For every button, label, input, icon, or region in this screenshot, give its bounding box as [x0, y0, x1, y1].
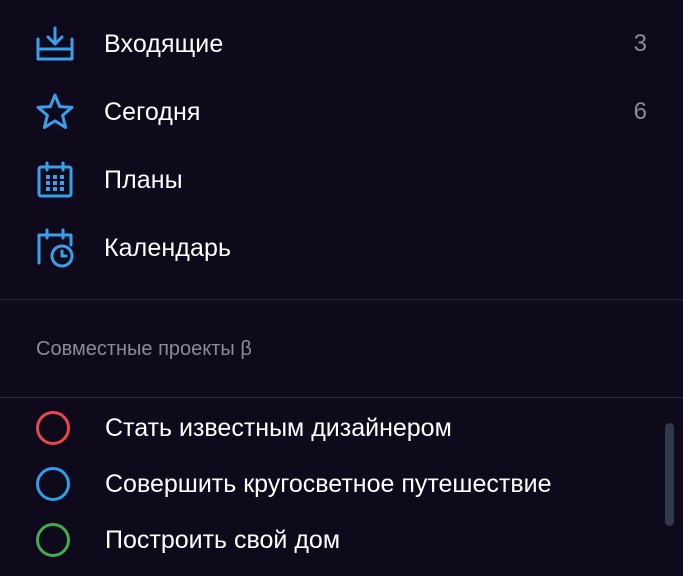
project-label: Совершить кругосветное путешествие — [105, 469, 552, 498]
inbox-icon — [34, 23, 76, 65]
section-divider — [0, 299, 683, 300]
sidebar-item-today[interactable]: Сегодня 6 — [0, 78, 683, 146]
sidebar-item-inbox[interactable]: Входящие 3 — [0, 10, 683, 78]
project-status-circle-icon[interactable] — [36, 411, 70, 445]
sidebar-item-label: Входящие — [104, 29, 224, 58]
calendar-grid-icon — [34, 159, 76, 201]
calendar-clock-icon — [34, 227, 76, 269]
project-label: Стать известным дизайнером — [105, 413, 452, 442]
section-divider — [0, 397, 683, 398]
sidebar-panel: Входящие 3 Сегодня 6 Планы Календарь Сов… — [0, 0, 683, 576]
project-item[interactable]: Стать известным дизайнером — [0, 400, 660, 456]
sidebar-item-label: Календарь — [104, 233, 232, 262]
inbox-count-badge: 3 — [633, 30, 647, 57]
scrollbar-thumb[interactable] — [665, 423, 674, 526]
project-label: Построить свой дом — [105, 525, 341, 554]
project-item[interactable]: Построить свой дом — [0, 512, 660, 568]
star-icon — [34, 91, 76, 133]
sidebar-item-calendar[interactable]: Календарь — [0, 214, 683, 282]
project-status-circle-icon[interactable] — [36, 467, 70, 501]
project-status-circle-icon[interactable] — [36, 523, 70, 557]
sidebar-item-label: Планы — [104, 165, 183, 194]
project-item[interactable]: Совершить кругосветное путешествие — [0, 456, 660, 512]
today-count-badge: 6 — [633, 98, 647, 125]
shared-projects-heading: Совместные проекты β — [36, 338, 252, 360]
sidebar-item-plans[interactable]: Планы — [0, 146, 683, 214]
sidebar-item-label: Сегодня — [104, 97, 201, 126]
